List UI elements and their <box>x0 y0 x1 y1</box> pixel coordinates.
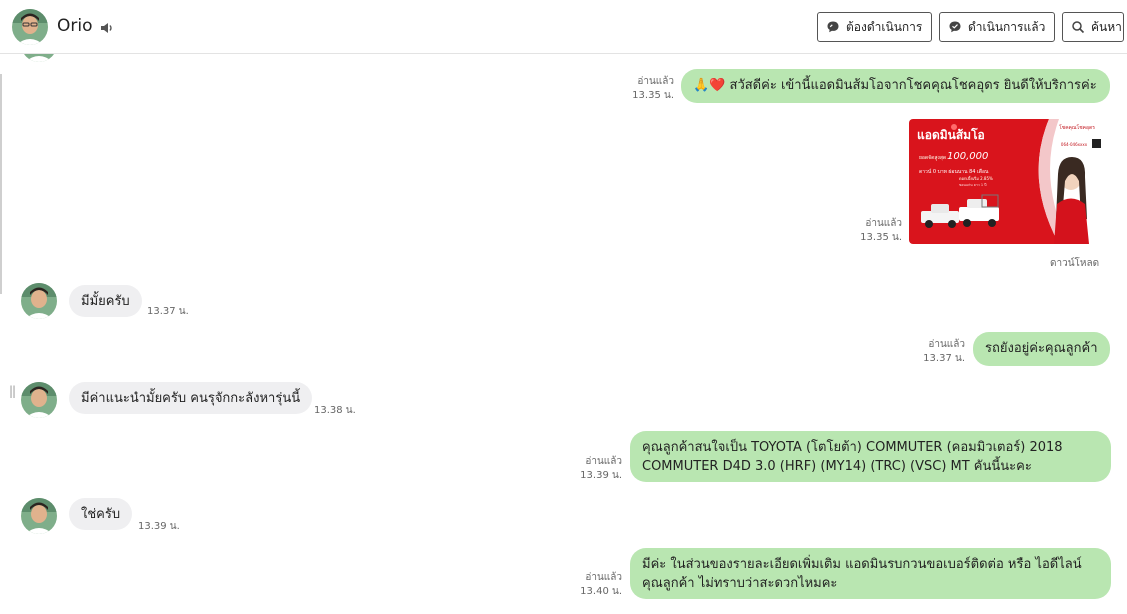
customer-avatar <box>21 54 57 62</box>
promo-brand: โชคคุณโชคอุดร <box>1059 124 1095 131</box>
read-status: อ่านแล้ว <box>585 572 622 583</box>
chat-thread[interactable]: || อ่านแล้ว 13.35 น. 🙏❤️ สวัสดีค่ะ เข้าน… <box>0 54 1127 614</box>
message-time: 13.39 น. <box>580 470 622 481</box>
search-icon <box>1072 21 1085 34</box>
message-text: มีค่าแนะนำมั้ยครับ คนรุจักกะลังหารุ่นนี้ <box>81 391 301 406</box>
read-status: อ่านแล้ว <box>928 339 965 350</box>
promo-amount: 100,000 <box>947 151 988 162</box>
speaker-icon[interactable] <box>100 20 116 34</box>
message-time: 13.35 น. <box>860 232 902 243</box>
pending-filter-label: ต้องดำเนินการ <box>846 19 923 34</box>
message-time: 13.40 น. <box>580 586 622 597</box>
message-text-line2: COMMUTER D4D 3.0 (HRF) (MY14) (TRC) (VSC… <box>642 459 1032 474</box>
resize-handle[interactable]: || <box>9 384 16 398</box>
promo-label: ยอดจัดสูงสุด <box>919 155 946 161</box>
promo-phone: 064-046xxxx <box>1061 142 1088 147</box>
customer-avatar <box>21 382 57 418</box>
message-text-line2: คุณลูกค้า ไม่ทราบว่าสะดวกไหมคะ <box>642 576 838 591</box>
agent-message-bubble[interactable]: 🙏❤️ สวัสดีค่ะ เข้านี้แอดมินส้มโอจากโชคคุ… <box>681 69 1110 103</box>
emoji-icons: 🙏❤️ <box>693 78 726 93</box>
message-meta: อ่านแล้ว 13.39 น. <box>576 455 622 483</box>
search-label: ค้นหา <box>1091 19 1122 34</box>
customer-message-bubble[interactable]: มีมั้ยครับ <box>69 285 142 317</box>
message-text-line1: คุณลูกค้าสนใจเป็น TOYOTA (โตโยต้า) COMMU… <box>642 440 1063 455</box>
promo-line3: ขอนแก่น ยาว 1 ปี <box>959 182 986 187</box>
download-link[interactable]: ดาวน์โหลด <box>1050 256 1099 271</box>
scrollbar-track[interactable] <box>0 74 2 294</box>
customer-message-bubble[interactable]: มีค่าแนะนำมั้ยครับ คนรุจักกะลังหารุ่นนี้ <box>69 382 313 414</box>
read-status: อ่านแล้ว <box>637 76 674 87</box>
message-time: 13.38 น. <box>314 405 356 416</box>
message-text: รถยังอยู่ค่ะคุณลูกค้า <box>985 341 1098 356</box>
done-filter-label: ดำเนินการแล้ว <box>968 19 1046 34</box>
done-filter-button[interactable]: ดำเนินการแล้ว <box>939 12 1055 42</box>
message-time: 13.37 น. <box>147 306 189 317</box>
agent-message-bubble[interactable]: คุณลูกค้าสนใจเป็น TOYOTA (โตโยต้า) COMMU… <box>630 431 1111 482</box>
promo-line2: ดอกเบี้ยเริ่ม 2.85% <box>959 174 993 181</box>
read-status: อ่านแล้ว <box>585 456 622 467</box>
message-time: 13.35 น. <box>632 90 674 101</box>
chat-header: Orio ต้องดำเนินการ ดำเนินการแล้ว ค้นหา <box>0 0 1127 54</box>
read-status: อ่านแล้ว <box>865 218 902 229</box>
contact-name[interactable]: Orio <box>57 16 93 36</box>
chat-done-icon <box>949 21 961 33</box>
contact-avatar[interactable] <box>12 9 48 45</box>
message-text: ใช่ครับ <box>81 507 121 522</box>
promo-line1: ดาวน์ 0 บาท ผ่อนนาน 84 เดือน <box>919 168 989 175</box>
message-time: 13.37 น. <box>923 353 965 364</box>
search-button[interactable]: ค้นหา <box>1062 12 1124 42</box>
customer-message-bubble[interactable]: ใช่ครับ <box>69 498 133 530</box>
customer-avatar <box>21 283 57 319</box>
message-meta: อ่านแล้ว 13.37 น. <box>919 338 965 366</box>
message-time: 13.39 น. <box>138 521 180 532</box>
message-meta: อ่านแล้ว 13.40 น. <box>576 571 622 599</box>
agent-message-bubble[interactable]: มีค่ะ ในส่วนของรายละเอียดเพิ่มเติม แอดมิ… <box>630 548 1111 599</box>
message-text-line1: มีค่ะ ในส่วนของรายละเอียดเพิ่มเติม แอดมิ… <box>642 557 1082 572</box>
message-text: สวัสดีค่ะ เข้านี้แอดมินส้มโอจากโชคคุณโชค… <box>729 78 1097 93</box>
chat-pending-icon <box>827 21 839 33</box>
message-text: มีมั้ยครับ <box>81 294 130 309</box>
promo-image[interactable]: แอดมินส้มโอ ยอดจัดสูงสุด 100,000 ดาวน์ 0… <box>909 119 1103 244</box>
promo-headline: แอดมินส้มโอ <box>917 127 985 142</box>
message-meta: อ่านแล้ว 13.35 น. <box>628 75 674 103</box>
message-meta: อ่านแล้ว 13.35 น. <box>856 217 902 245</box>
agent-message-bubble[interactable]: รถยังอยู่ค่ะคุณลูกค้า <box>973 332 1110 366</box>
pending-filter-button[interactable]: ต้องดำเนินการ <box>817 12 932 42</box>
customer-avatar <box>21 498 57 534</box>
